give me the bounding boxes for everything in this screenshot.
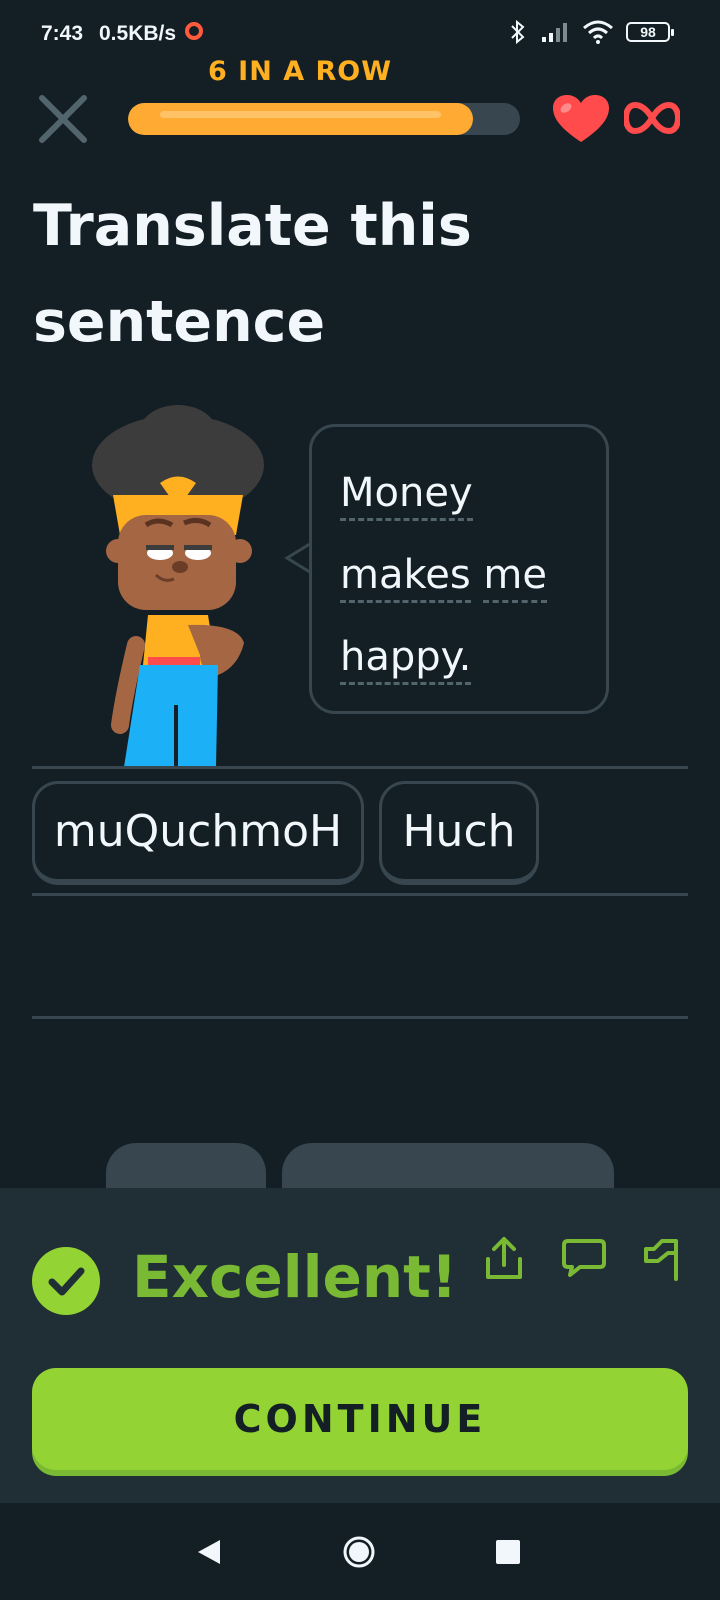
continue-button[interactable]: CONTINUE (32, 1368, 688, 1470)
answer-tile[interactable]: muQuchmoH (32, 781, 364, 885)
comment-icon[interactable] (560, 1235, 608, 1283)
signal-icon (542, 23, 567, 42)
check-icon (32, 1247, 100, 1315)
wifi-icon (583, 20, 613, 44)
feedback-message: Excellent! (132, 1243, 458, 1311)
status-time: 7:43 (41, 22, 84, 45)
bluetooth-icon (511, 20, 525, 44)
lesson-progress-fill (128, 103, 473, 135)
prompt-word[interactable]: makes (340, 552, 471, 603)
share-icon[interactable] (480, 1235, 528, 1283)
answer-line (32, 893, 688, 896)
infinity-icon (624, 101, 680, 135)
battery-level: 98 (640, 24, 656, 40)
recent-apps-icon[interactable] (496, 1540, 520, 1564)
heart-icon[interactable] (552, 94, 610, 144)
prompt-word[interactable]: happy. (340, 634, 472, 685)
status-icons: 98 (508, 20, 674, 44)
answer-line (32, 766, 688, 769)
answer-line (32, 1016, 688, 1019)
prompt-word[interactable]: Money (340, 470, 473, 521)
lesson-progress-bar (128, 103, 520, 135)
lesson-progress-highlight (160, 111, 441, 118)
close-icon[interactable] (36, 92, 90, 146)
report-flag-icon[interactable] (640, 1235, 688, 1283)
back-icon[interactable] (196, 1538, 222, 1566)
prompt-sentence: Money makes me happy. (340, 452, 600, 698)
notification-ring-icon (185, 22, 203, 40)
answer-tile[interactable]: Huch (379, 781, 539, 885)
character-illustration (92, 405, 264, 767)
prompt-word[interactable]: me (483, 552, 547, 603)
streak-label: 6 IN A ROW (207, 56, 393, 87)
status-network-speed: 0.5KB/s (99, 22, 177, 45)
home-icon[interactable] (342, 1535, 376, 1569)
battery-icon: 98 (626, 22, 674, 42)
exercise-title: Translate this sentence (33, 193, 472, 355)
